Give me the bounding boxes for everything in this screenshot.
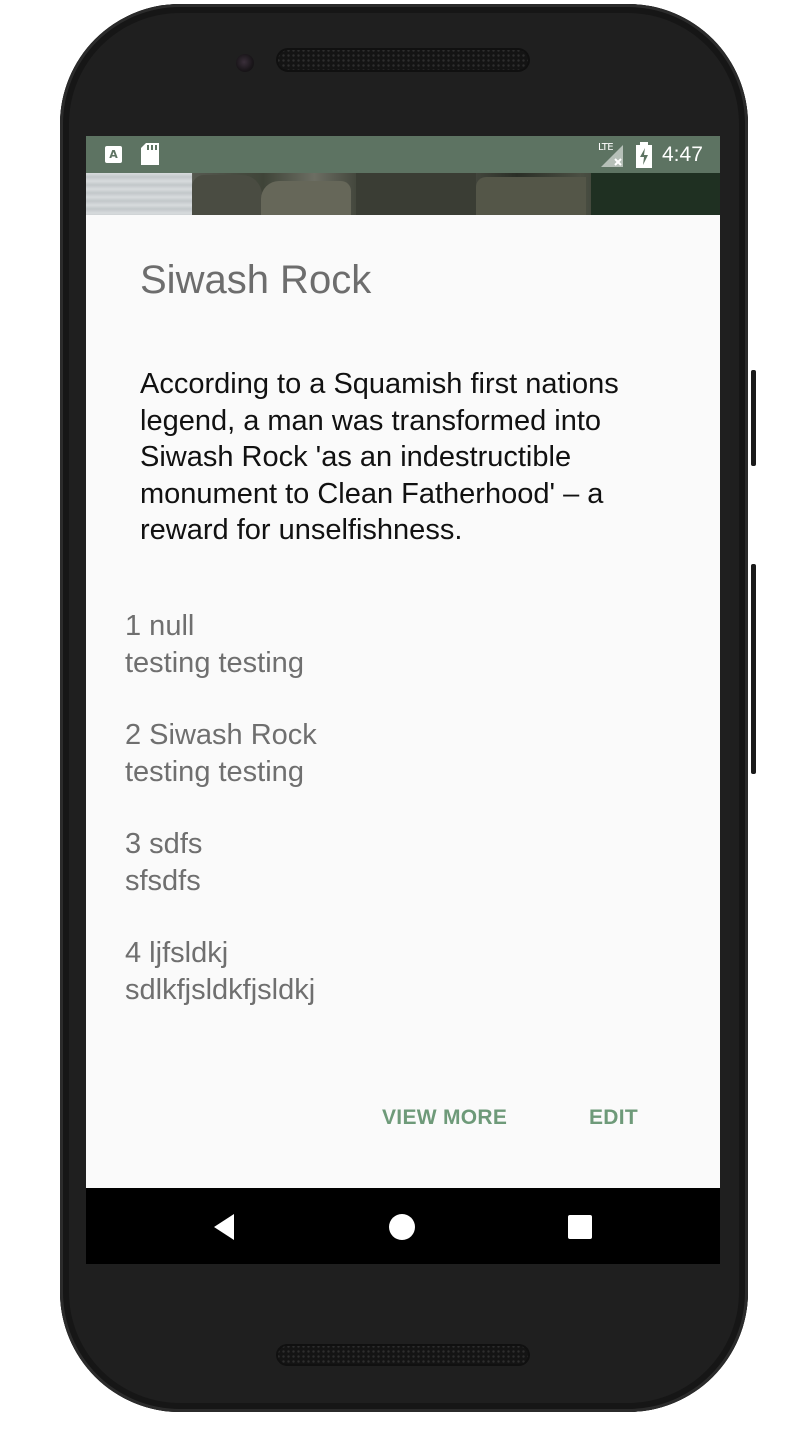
entry-body: testing testing [125,646,304,679]
header-photo-rock [476,177,586,215]
description-text: According to a Squamish first nations le… [140,368,619,546]
battery-charging-icon [636,142,652,168]
top-speaker [276,48,530,72]
list-item: 4 ljfsldkj sdlkfjsldkfjsldkj [125,935,685,1044]
list-item: 2 Siwash Rock testing testing [125,717,685,826]
header-photo-rock [261,181,351,215]
header-photo-rock [356,173,476,215]
status-clock: 4:47 [662,143,703,166]
sd-card-icon [141,143,159,165]
entry-body: testing testing [125,755,304,788]
header-photo-trees [591,173,720,215]
header-photo [86,173,720,215]
network-type-label: LTE [598,142,614,153]
view-more-button[interactable]: VIEW MORE [382,1106,507,1130]
edit-button[interactable]: EDIT [589,1106,638,1130]
list-item: 3 sdfs sfsdfs [125,826,685,935]
page-title: Siwash Rock [140,258,372,302]
back-icon[interactable] [210,1212,240,1242]
a-keyboard-icon: A [105,146,122,163]
recents-icon[interactable] [565,1212,595,1242]
header-photo-water [86,173,192,215]
power-button [751,370,756,466]
entry-heading: 2 Siwash Rock [125,719,317,751]
entry-heading: 1 null [125,610,195,642]
entry-heading: 4 ljfsldkj [125,937,229,969]
home-icon[interactable] [387,1212,417,1242]
bottom-speaker [276,1344,530,1366]
volume-button [751,564,756,774]
header-photo-rock [192,175,262,215]
navigation-bar [86,1188,720,1264]
entry-list: 1 null testing testing 2 Siwash Rock tes… [125,608,685,1044]
entry-heading: 3 sdfs [125,828,203,860]
front-camera [236,54,254,72]
entry-body: sdlkfjsldkfjsldkj [125,973,316,1006]
status-bar: A LTE 4:47 [86,136,720,173]
list-item: 1 null testing testing [125,608,685,717]
app-screen: A LTE 4:47 Siwash Rock According to a Sq… [86,136,720,1264]
entry-body: sfsdfs [125,864,201,897]
